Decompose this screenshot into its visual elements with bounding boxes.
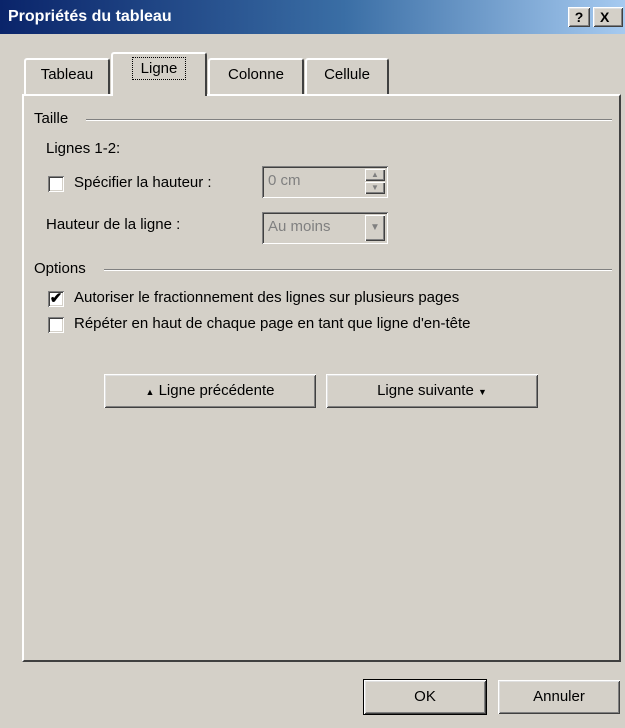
tab-panel-ligne: Taille Lignes 1-2: Spécifier la hauteur … <box>22 94 621 662</box>
specify-height-checkbox[interactable] <box>48 176 64 192</box>
options-group-label: Options <box>34 260 86 277</box>
height-spinner[interactable]: 0 cm ▲ ▼ <box>262 166 388 198</box>
line-height-value: Au moins <box>268 218 331 235</box>
arrow-down-icon: ▼ <box>478 387 487 397</box>
window-title: Propriétés du tableau <box>8 8 172 25</box>
previous-row-label: Ligne précédente <box>158 382 275 399</box>
spin-up-icon[interactable]: ▲ <box>365 169 385 181</box>
tab-ligne[interactable]: Ligne <box>111 52 207 96</box>
tab-label: Colonne <box>228 66 284 83</box>
repeat-header-checkbox[interactable] <box>48 317 64 333</box>
close-button[interactable]: X <box>593 7 623 27</box>
group-divider <box>86 119 612 121</box>
tab-cellule[interactable]: Cellule <box>305 58 389 94</box>
check-mark-icon: ✔ <box>49 290 63 307</box>
rows-label: Lignes 1-2: <box>46 140 121 157</box>
spin-down-icon[interactable]: ▼ <box>365 182 385 194</box>
arrow-up-icon: ▲ <box>145 387 155 397</box>
allow-break-checkbox[interactable]: ✔ <box>48 291 64 307</box>
previous-row-button[interactable]: ▲ Ligne précédente <box>104 374 316 408</box>
tab-tableau[interactable]: Tableau <box>24 58 110 94</box>
ok-button[interactable]: OK <box>364 680 486 714</box>
specify-height-label[interactable]: Spécifier la hauteur : <box>74 174 212 191</box>
allow-break-label[interactable]: Autoriser le fractionnement des lignes s… <box>74 289 459 306</box>
title-bar: Propriétés du tableau ? X <box>0 0 625 34</box>
tab-label: Ligne <box>131 57 187 80</box>
taille-group-label: Taille <box>34 110 69 127</box>
cancel-label: Annuler <box>533 688 585 705</box>
tab-label: Cellule <box>324 66 370 83</box>
tab-label: Tableau <box>40 66 94 83</box>
line-height-select[interactable]: Au moins ▼ <box>262 212 388 244</box>
group-divider <box>104 269 612 271</box>
cancel-button[interactable]: Annuler <box>498 680 620 714</box>
chevron-down-icon[interactable]: ▼ <box>365 215 385 241</box>
line-height-label: Hauteur de la ligne : <box>46 216 181 233</box>
repeat-header-label[interactable]: Répéter en haut de chaque page en tant q… <box>74 315 471 332</box>
next-row-button[interactable]: Ligne suivante ▼ <box>326 374 538 408</box>
next-row-label: Ligne suivante <box>377 382 474 399</box>
tab-colonne[interactable]: Colonne <box>208 58 304 94</box>
height-value: 0 cm <box>268 172 301 189</box>
help-button[interactable]: ? <box>568 7 590 27</box>
ok-label: OK <box>414 688 436 705</box>
